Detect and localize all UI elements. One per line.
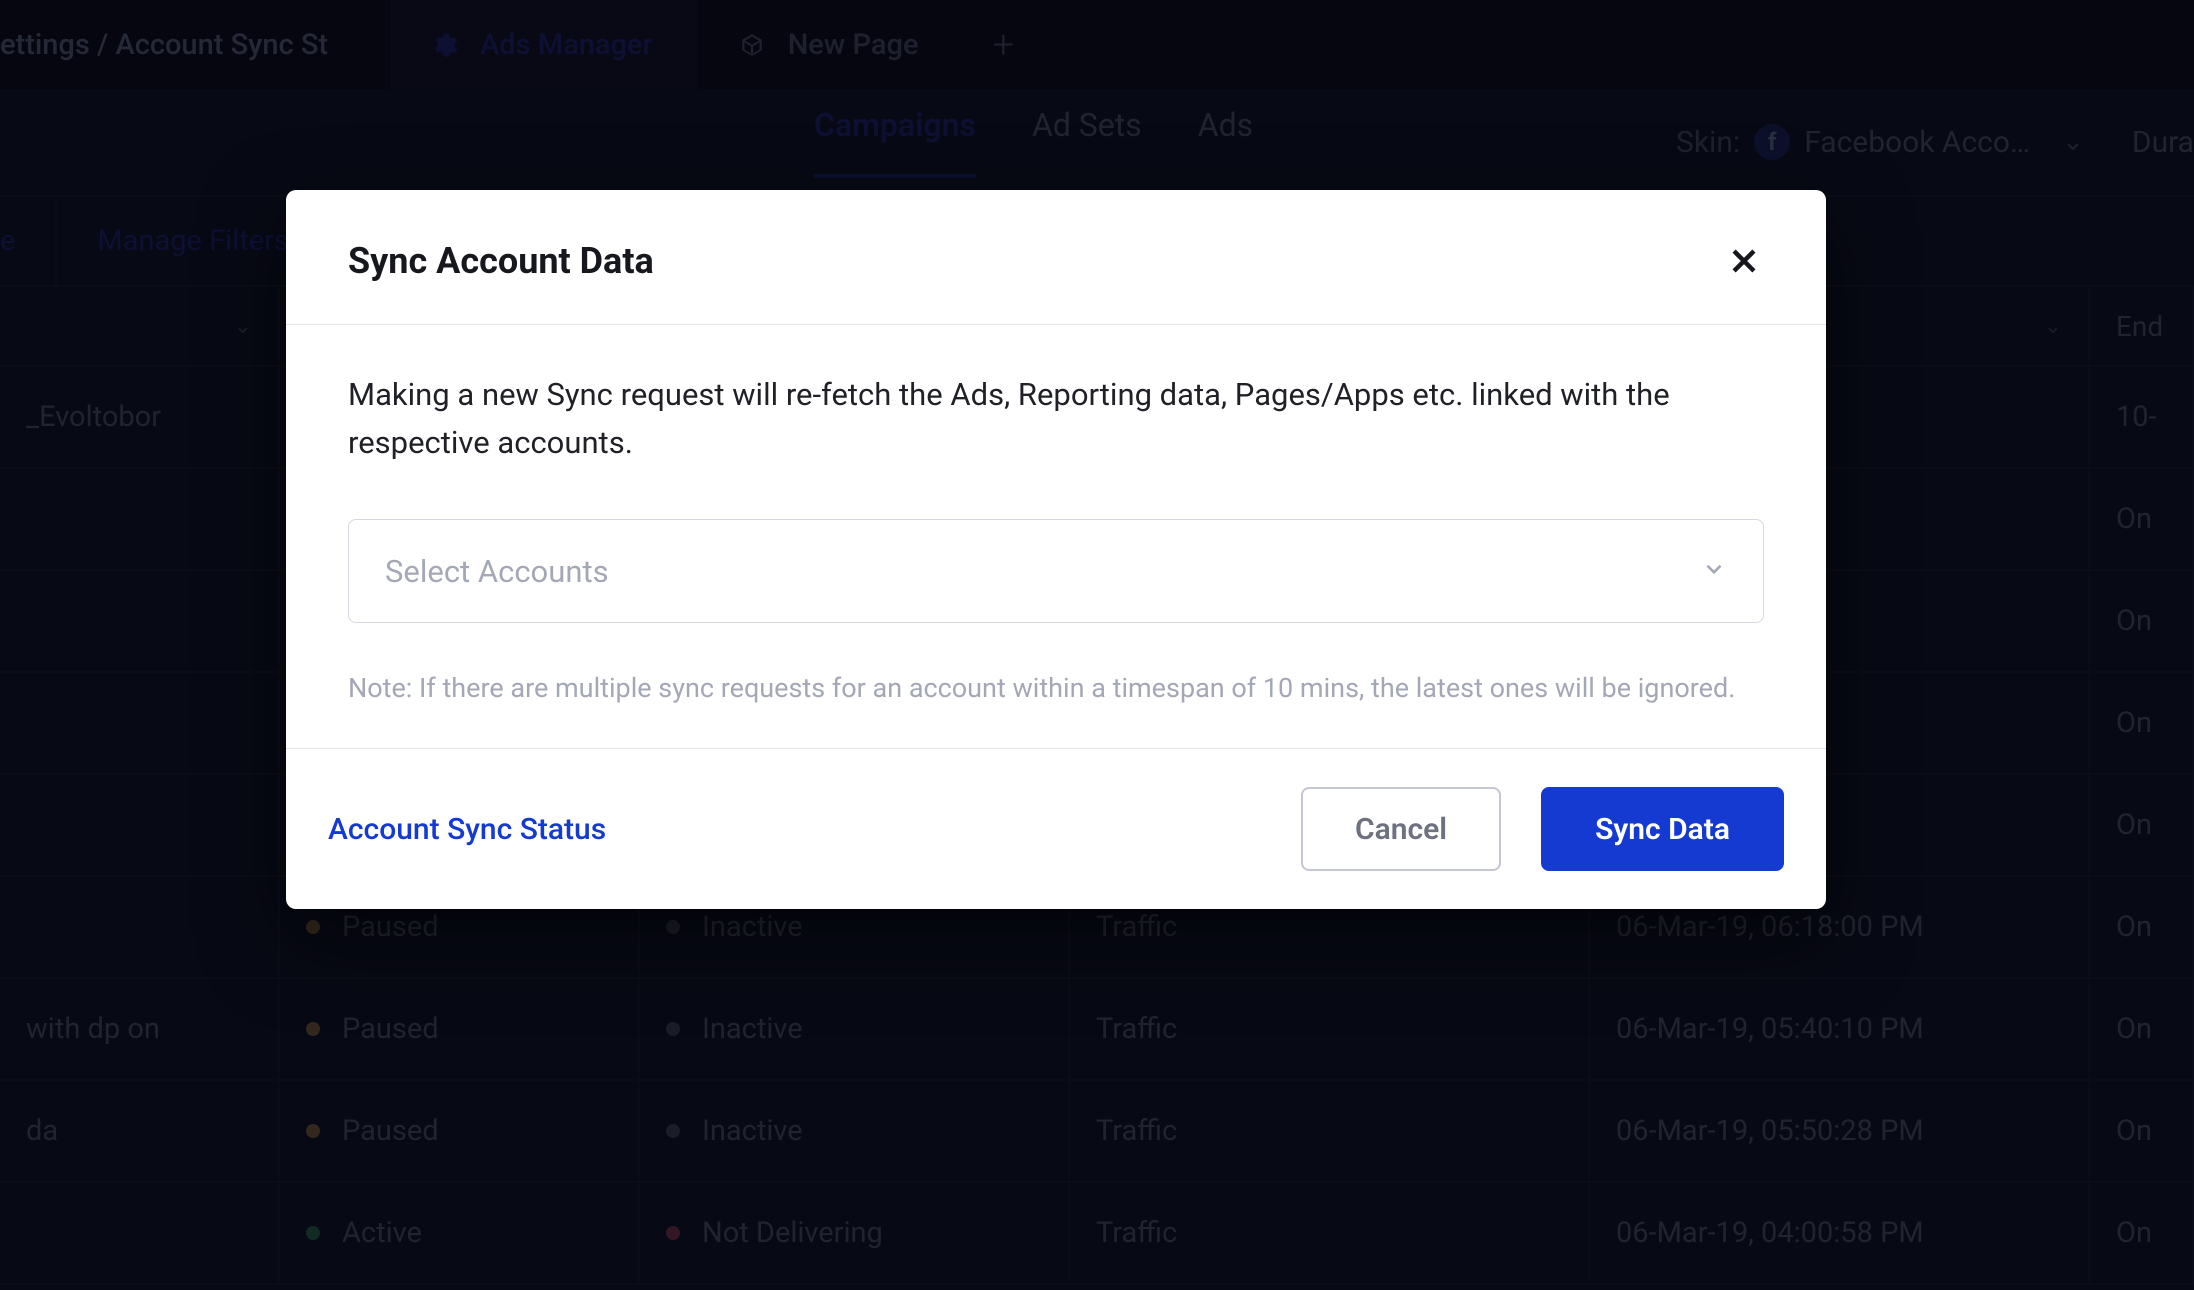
sync-modal: Sync Account Data Making a new Sync requ… [286,190,1826,909]
close-icon [1727,244,1761,278]
modal-description: Making a new Sync request will re-fetch … [348,371,1764,467]
cancel-button[interactable]: Cancel [1301,787,1501,871]
accounts-select[interactable]: Select Accounts [348,519,1764,623]
modal-header: Sync Account Data [286,190,1826,325]
sync-data-button[interactable]: Sync Data [1541,787,1784,871]
close-button[interactable] [1724,241,1764,281]
modal-body: Making a new Sync request will re-fetch … [286,325,1826,748]
modal-note: Note: If there are multiple sync request… [348,669,1764,708]
modal-footer: Account Sync Status Cancel Sync Data [286,748,1826,909]
select-placeholder: Select Accounts [385,553,609,590]
modal-title: Sync Account Data [348,240,654,282]
modal-actions: Cancel Sync Data [1301,787,1784,871]
sync-status-link[interactable]: Account Sync Status [328,812,606,847]
chevron-down-icon [1701,553,1727,590]
